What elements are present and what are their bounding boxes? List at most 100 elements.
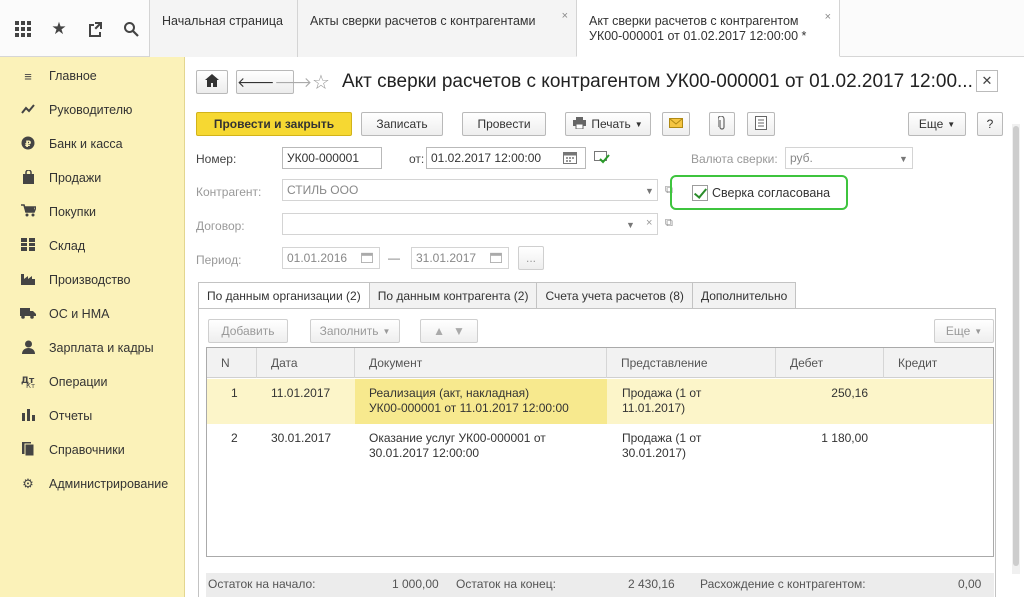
representation-line: 30.01.2017) — [622, 446, 687, 460]
sidebar-item-assets[interactable]: ОС и НМА — [0, 297, 184, 331]
tab-home[interactable]: Начальная страница — [149, 0, 297, 57]
sidebar-item-purchases[interactable]: Покупки — [0, 195, 184, 229]
contract-field[interactable] — [282, 213, 658, 235]
sidebar-item-reports[interactable]: Отчеты — [0, 399, 184, 433]
move-up-icon[interactable]: ▲ — [433, 324, 445, 338]
currency-field[interactable]: руб. — [785, 147, 913, 169]
dropdown-arrow-icon[interactable]: ▼ — [626, 220, 635, 230]
tab-org-data[interactable]: По данным организации (2) — [198, 282, 370, 309]
table-row[interactable]: 2 30.01.2017 Оказание услуг УК00-000001 … — [207, 424, 993, 469]
post-button[interactable]: Провести — [462, 112, 546, 136]
tab-label: Счета учета расчетов (8) — [545, 288, 684, 303]
button-label: Еще — [918, 117, 944, 131]
post-and-close-button[interactable]: Провести и закрыть — [196, 112, 352, 136]
table-more-button[interactable]: Еще ▼ — [934, 319, 994, 343]
dropdown-arrow-icon[interactable]: ▼ — [899, 154, 908, 164]
document-line: 30.01.2017 12:00:00 — [369, 446, 480, 460]
search-icon[interactable] — [120, 18, 142, 40]
column-header[interactable]: Представление — [607, 348, 776, 378]
sidebar-item-warehouse[interactable]: Склад — [0, 229, 184, 263]
sidebar-item-production[interactable]: Производство — [0, 263, 184, 297]
tab-counterparty-data[interactable]: По данным контрагента (2) — [368, 282, 538, 308]
date-label: от: — [409, 152, 425, 166]
open-link-icon[interactable]: ⧉ — [665, 217, 673, 230]
fill-button[interactable]: Заполнить ▼ — [310, 319, 400, 343]
dropdown-arrow-icon: ▼ — [382, 326, 391, 336]
sidebar-item-bank[interactable]: ₽ Банк и касса — [0, 127, 184, 161]
home-icon — [205, 74, 219, 90]
contract-label: Договор: — [196, 219, 245, 233]
sidebar-item-manager[interactable]: Руководителю — [0, 93, 184, 127]
move-down-icon[interactable]: ▼ — [453, 324, 465, 338]
calendar-icon[interactable] — [361, 252, 373, 266]
attach-button[interactable] — [709, 112, 735, 136]
save-button[interactable]: Записать — [361, 112, 443, 136]
row-document[interactable]: Оказание услуг УК00-000001 от 30.01.2017… — [369, 431, 546, 461]
date-field[interactable]: 01.02.2017 12:00:00 — [426, 147, 586, 169]
column-header[interactable]: N — [207, 348, 257, 378]
button-label: Провести и закрыть — [213, 117, 335, 131]
row-representation: Продажа (1 от 30.01.2017) — [622, 431, 701, 461]
apps-grid-icon[interactable] — [12, 18, 34, 40]
tab-additional[interactable]: Дополнительно — [691, 282, 797, 308]
tab-reconciliation-list[interactable]: Акты сверки расчетов с контрагентами × — [297, 0, 576, 57]
row-debit: 1 180,00 — [821, 431, 868, 445]
row-number: 2 — [231, 431, 238, 445]
add-row-button[interactable]: Добавить — [208, 319, 288, 343]
help-button[interactable]: ? — [977, 112, 1003, 136]
agreed-checkbox-highlight: Сверка согласована — [670, 175, 848, 210]
clear-icon[interactable]: × — [646, 217, 652, 229]
star-icon[interactable]: ★ — [48, 18, 70, 40]
sidebar-item-main[interactable]: ≡ Главное — [0, 59, 184, 93]
column-header[interactable]: Дебет — [776, 348, 884, 378]
calendar-icon[interactable] — [490, 252, 502, 266]
favorite-star-icon[interactable]: ☆ — [312, 70, 330, 95]
number-field[interactable]: УК00-000001 — [282, 147, 382, 169]
forward-arrow-icon[interactable]: 🡒 — [275, 74, 313, 91]
period-select-button[interactable]: ... — [518, 246, 544, 270]
print-button[interactable]: Печать ▼ — [565, 112, 651, 136]
row-date: 11.01.2017 — [271, 386, 331, 400]
warehouse-icon — [20, 238, 36, 254]
sidebar-item-sales[interactable]: Продажи — [0, 161, 184, 195]
sidebar-item-catalogs[interactable]: Справочники — [0, 433, 184, 467]
agreed-checkbox[interactable] — [692, 185, 708, 201]
operations-icon: Дт Кт — [20, 374, 36, 391]
representation-line: Продажа (1 от — [622, 431, 702, 445]
button-label: ? — [986, 117, 994, 131]
sidebar-item-admin[interactable]: ⚙ Администрирование — [0, 467, 184, 501]
tab-label: Дополнительно — [700, 288, 788, 303]
related-docs-button[interactable] — [747, 112, 775, 136]
close-icon[interactable]: × — [562, 10, 568, 22]
column-header[interactable]: Документ — [355, 348, 607, 378]
column-header[interactable]: Кредит — [884, 348, 995, 378]
sidebar-item-salary[interactable]: Зарплата и кадры — [0, 331, 184, 365]
title-row: 🡐 🡒 ☆ Акт сверки расчетов с контрагентом… — [196, 68, 1024, 96]
column-header[interactable]: Дата — [257, 348, 355, 378]
window-close-icon[interactable]: ✕ — [976, 70, 998, 92]
tab-accounts[interactable]: Счета учета расчетов (8) — [536, 282, 693, 308]
history-icon[interactable] — [84, 18, 106, 40]
table-row[interactable]: 1 11.01.2017 Реализация (акт, накладная)… — [207, 379, 993, 424]
scrollbar-thumb[interactable] — [1013, 126, 1019, 566]
dropdown-arrow-icon[interactable]: ▼ — [645, 186, 654, 196]
tab-strip: По данным организации (2) По данным конт… — [198, 282, 797, 309]
calendar-icon[interactable] — [563, 151, 577, 167]
more-button[interactable]: Еще ▼ — [908, 112, 966, 136]
numerator-icon[interactable] — [594, 151, 610, 167]
tab-label: По данным контрагента (2) — [377, 288, 529, 303]
tab-label: Начальная страница — [162, 14, 283, 28]
window-tabs: Начальная страница Акты сверки расчетов … — [149, 0, 840, 57]
currency-label: Валюта сверки: — [691, 152, 778, 166]
close-icon[interactable]: × — [825, 10, 831, 25]
sidebar-item-operations[interactable]: Дт Кт Операции — [0, 365, 184, 399]
sidebar-item-label: Справочники — [49, 443, 125, 457]
home-button[interactable] — [196, 70, 228, 94]
row-document[interactable]: Реализация (акт, накладная) УК00-000001 … — [355, 379, 607, 424]
button-label: Печать — [591, 117, 631, 131]
sidebar: ≡ Главное Руководителю ₽ Банк и касса Прод… — [0, 57, 185, 597]
tab-reconciliation-act[interactable]: Акт сверки расчетов с контрагентом УК00-… — [576, 0, 840, 57]
back-arrow-icon[interactable]: 🡐 — [237, 74, 275, 91]
counterparty-field[interactable]: СТИЛЬ ООО — [282, 179, 658, 201]
email-button[interactable] — [662, 112, 690, 136]
